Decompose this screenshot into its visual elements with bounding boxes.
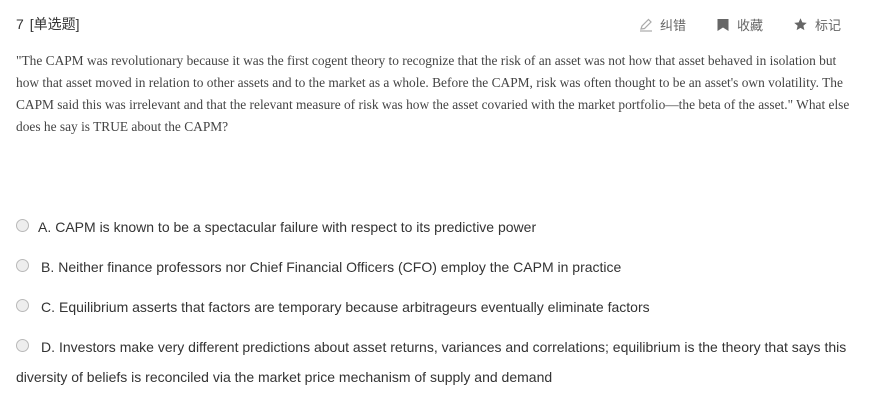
bookmark-icon bbox=[716, 18, 730, 32]
mark-button[interactable]: 标记 bbox=[793, 15, 841, 34]
correct-label: 纠错 bbox=[659, 18, 686, 33]
option-b[interactable]: B. Neither finance professors nor Chief F… bbox=[16, 252, 862, 282]
question-number: 7 bbox=[16, 16, 24, 32]
correct-button[interactable]: 纠错 bbox=[639, 15, 686, 34]
option-text: Neither finance professors nor Chief Fin… bbox=[58, 259, 622, 275]
star-icon bbox=[793, 17, 808, 32]
radio-button-b[interactable] bbox=[16, 258, 29, 272]
favorite-button[interactable]: 收藏 bbox=[716, 15, 763, 34]
option-text: CAPM is known to be a spectacular failur… bbox=[55, 219, 537, 235]
option-letter: D. bbox=[41, 339, 55, 355]
radio-button-c[interactable] bbox=[16, 298, 29, 312]
option-a[interactable]: A. CAPM is known to be a spectacular fail… bbox=[16, 212, 862, 242]
question-toolbar: 纠错 收藏 标记 bbox=[639, 15, 841, 34]
option-letter: C. bbox=[41, 299, 55, 315]
option-letter: A. bbox=[38, 219, 52, 235]
option-text: Equilibrium asserts that factors are tem… bbox=[59, 299, 650, 315]
option-text: Investors make very different prediction… bbox=[16, 339, 847, 385]
mark-label: 标记 bbox=[814, 18, 841, 33]
favorite-label: 收藏 bbox=[736, 18, 763, 33]
question-header: 7 [单选题] bbox=[16, 14, 80, 34]
radio-button-d[interactable] bbox=[16, 338, 29, 352]
option-d[interactable]: D. Investors make very different predicti… bbox=[16, 332, 862, 392]
question-stem: "The CAPM was revolutionary because it w… bbox=[16, 53, 850, 134]
radio-button-a[interactable] bbox=[16, 218, 29, 232]
question-type-tag: [单选题] bbox=[29, 16, 80, 32]
option-letter: B. bbox=[41, 259, 55, 275]
pencil-icon bbox=[639, 18, 653, 32]
option-c[interactable]: C. Equilibrium asserts that factors are t… bbox=[16, 292, 862, 322]
